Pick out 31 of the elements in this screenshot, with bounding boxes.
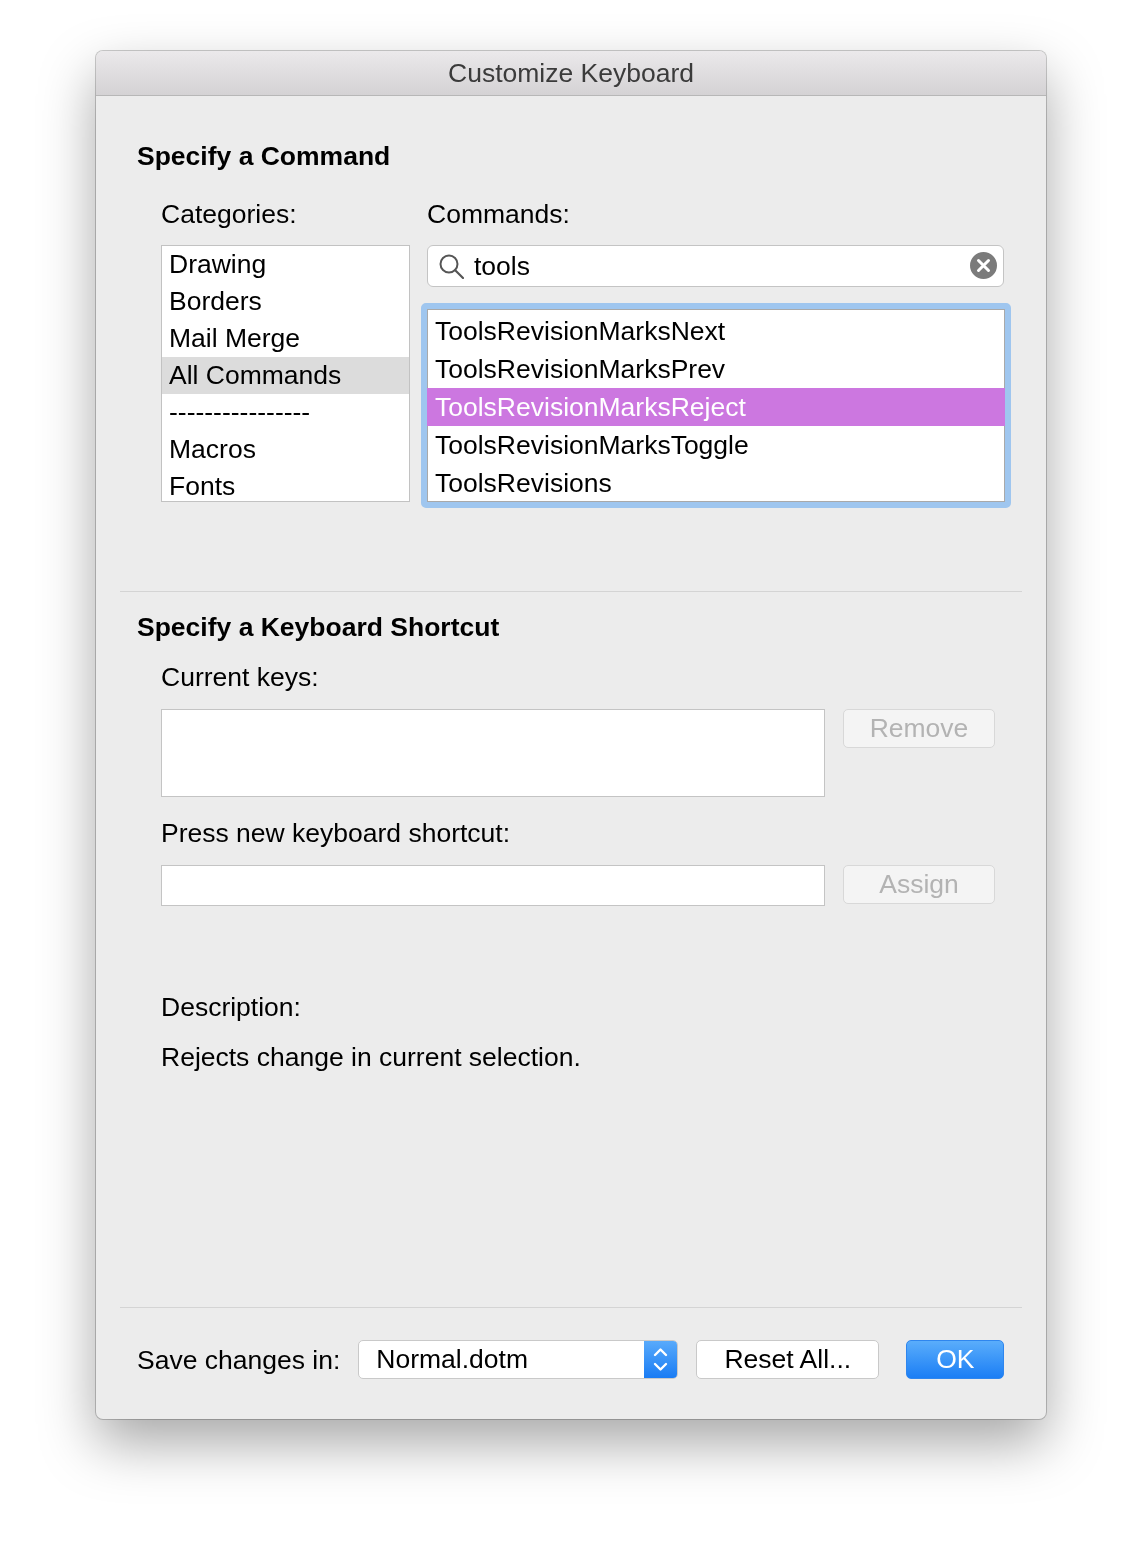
- new-shortcut-label: Press new keyboard shortcut:: [161, 818, 511, 848]
- category-item[interactable]: ----------------: [162, 394, 409, 431]
- command-item[interactable]: ToolsRevisionMarksPrev: [427, 350, 1005, 388]
- category-item[interactable]: Mail Merge: [162, 320, 409, 357]
- current-keys-label: Current keys:: [161, 662, 319, 692]
- category-item[interactable]: Drawing: [162, 246, 409, 283]
- clear-icon[interactable]: [970, 252, 997, 279]
- category-item[interactable]: All Commands: [162, 357, 409, 394]
- categories-list[interactable]: Drawing Borders Mail Merge All Commands ---------------- Macros Fonts: [161, 245, 410, 502]
- command-item[interactable]: ToolsRevisions: [427, 464, 1005, 502]
- section-heading: Specify a Keyboard Shortcut: [137, 612, 500, 642]
- category-item[interactable]: Fonts: [162, 468, 409, 501]
- command-item[interactable]: ToolsRevisionMarksNext: [427, 312, 1005, 350]
- section-heading: Specify a Command: [137, 141, 391, 171]
- description-label: Description:: [161, 992, 301, 1022]
- stepper-chevrons-icon: [644, 1341, 678, 1378]
- save-location-popup[interactable]: Normal.dotm: [358, 1340, 679, 1379]
- window-title: Customize Keyboard: [448, 58, 694, 88]
- commands-list[interactable]: ToolsRevisionMarksNext ToolsRevisionMarksPrev ToolsRevisionMarksReject ToolsRevisionMarksToggle ToolsRevisions: [421, 303, 1011, 508]
- category-item[interactable]: Borders: [162, 283, 409, 320]
- shortcut-field[interactable]: [161, 865, 825, 906]
- category-item[interactable]: Macros: [162, 431, 409, 468]
- command-item[interactable]: ToolsRevisionMarksToggle: [427, 426, 1005, 464]
- categories-label: Categories:: [161, 199, 297, 229]
- description-text: Rejects change in current selection.: [161, 1042, 581, 1072]
- search-icon: [439, 254, 464, 279]
- current-keys-list[interactable]: [161, 709, 825, 797]
- save-changes-label: Save changes in:: [137, 1344, 341, 1375]
- commands-label: Commands:: [427, 199, 570, 229]
- search-field[interactable]: tools: [427, 245, 1004, 287]
- reset-all-button[interactable]: Reset All...: [696, 1340, 880, 1379]
